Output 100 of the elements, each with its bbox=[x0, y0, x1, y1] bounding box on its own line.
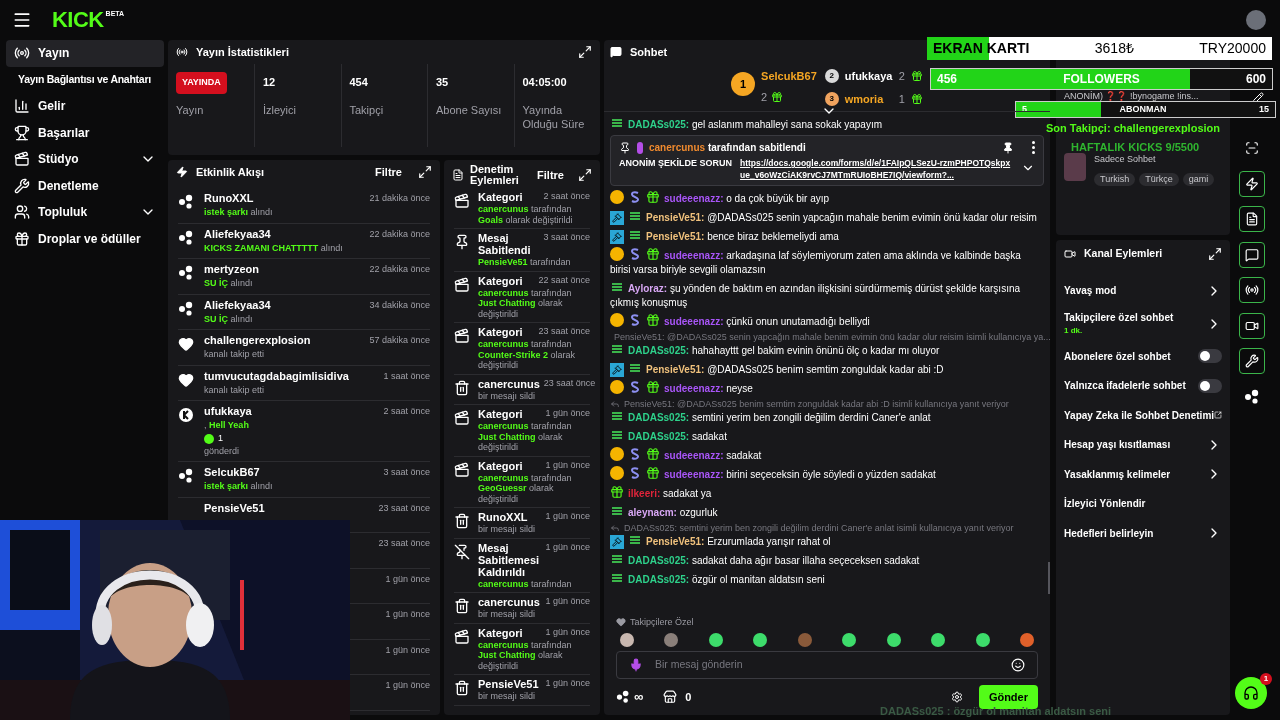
channel-action[interactable]: Takipçilere özel sohbet 1 dk. bbox=[1064, 305, 1222, 342]
sidebar-item[interactable]: Denetleme bbox=[6, 172, 164, 199]
action-title: Kategori bbox=[478, 408, 524, 420]
more-icon[interactable] bbox=[1032, 141, 1035, 154]
expand-icon[interactable] bbox=[578, 168, 592, 182]
tag[interactable]: gami bbox=[1182, 172, 1215, 186]
emoji-icon[interactable] bbox=[1011, 658, 1025, 672]
timestamp: 2 saat önce bbox=[383, 405, 430, 418]
emote-icon[interactable] bbox=[620, 633, 634, 647]
document-icon[interactable] bbox=[1239, 206, 1265, 232]
expand-icon[interactable] bbox=[1208, 247, 1222, 261]
user-name[interactable]: ufukkaya bbox=[204, 405, 374, 418]
menu-icon[interactable] bbox=[12, 10, 32, 30]
user-name[interactable]: Aliefekyaa34 bbox=[204, 298, 360, 312]
gifter-name[interactable]: ufukkaya bbox=[844, 68, 893, 85]
stream-title: ANONİM) ❓❓ !bynogame !ins... bbox=[1064, 91, 1200, 101]
channel-action[interactable]: İzleyici Yönlendir bbox=[1064, 489, 1222, 519]
sidebar-item[interactable]: Topluluk bbox=[6, 199, 164, 226]
action-title: Kategori bbox=[478, 626, 524, 639]
emote-icon[interactable] bbox=[842, 633, 857, 647]
gifter-name[interactable]: SelcukB67 bbox=[761, 68, 817, 85]
form-link[interactable]: https://docs.google.com/forms/d/e/1FAIpQLSezU-rzmPHPOTQskpxue_v6oWzCiAK9rvCJ7MTmRUIoBHE7IQ/viewform?... bbox=[740, 157, 1013, 181]
gift-icon bbox=[910, 92, 923, 105]
sidebar-item[interactable]: Stüdyo bbox=[6, 146, 164, 173]
edit-icon[interactable] bbox=[1252, 92, 1264, 104]
action-title: Kategori bbox=[478, 274, 524, 287]
unpin-icon[interactable] bbox=[1002, 141, 1014, 154]
avatar[interactable] bbox=[1246, 10, 1266, 30]
gifter-name[interactable]: wmoria bbox=[844, 90, 893, 107]
emote-icon[interactable] bbox=[931, 633, 946, 647]
moderator-badge-icon bbox=[610, 534, 624, 549]
support-button[interactable] bbox=[1235, 677, 1267, 709]
camera-icon bbox=[1064, 248, 1076, 260]
emote-icon[interactable] bbox=[886, 633, 901, 647]
weekly-kicks: HAFTALIK KICKS 9/5500 bbox=[1071, 140, 1200, 155]
category-icon bbox=[454, 193, 470, 209]
wrench-icon[interactable] bbox=[1239, 348, 1265, 374]
emote-icon[interactable] bbox=[975, 633, 990, 647]
sidebar-item[interactable]: Yayın Bağlantısı ve Anahtarı bbox=[6, 66, 164, 93]
toggle-switch[interactable] bbox=[1198, 349, 1222, 364]
channel-action[interactable]: Hesap yaşı kısıtlaması bbox=[1064, 430, 1222, 460]
event-detail: KICKS ZAMANI CHATTTTT alındı bbox=[204, 242, 344, 254]
sidebar-item[interactable]: Yayın bbox=[6, 40, 164, 67]
store-icon[interactable] bbox=[663, 690, 678, 704]
broadcast-icon[interactable] bbox=[1239, 277, 1265, 303]
channel-action[interactable]: Hedefleri belirleyin bbox=[1064, 518, 1222, 548]
user-name[interactable]: mertyzeon bbox=[204, 263, 360, 276]
toggle-switch[interactable] bbox=[1198, 378, 1222, 393]
action-title: canercunus bbox=[478, 377, 540, 390]
user-name[interactable]: challengerexplosion bbox=[204, 334, 360, 347]
timestamp: 1 gün önce bbox=[385, 572, 430, 586]
channel-action[interactable]: Yasaklanmış kelimeler bbox=[1064, 459, 1222, 489]
expand-icon[interactable] bbox=[418, 165, 432, 179]
action-title: Mesaj Sabitlendi bbox=[478, 232, 532, 256]
user-name[interactable]: SelcukB67 bbox=[204, 466, 374, 479]
camera-icon[interactable] bbox=[1239, 312, 1265, 339]
chat-message: sudeeenazz: arkadaşına laf söylemiyorum zaten ama aklında ve kalbinde başka birisi varsa biriyle sevgili olamazsın bbox=[610, 245, 1044, 278]
filter-button[interactable]: Filtre bbox=[375, 163, 402, 181]
tag[interactable]: Türkçe bbox=[1139, 172, 1179, 186]
expand-icon[interactable] bbox=[578, 45, 592, 59]
kicks-balance: ∞ bbox=[634, 688, 644, 707]
message-field[interactable]: Bir mesaj gönderin bbox=[655, 657, 999, 673]
followers-label: FOLLOWERS bbox=[1063, 71, 1140, 88]
gifter-badge-icon bbox=[610, 446, 624, 461]
chat-message: aleynacm: ozgurluk bbox=[610, 502, 1044, 521]
sidebar-item[interactable]: Gelir bbox=[6, 93, 164, 120]
sidebar-item[interactable]: Başarılar bbox=[6, 119, 164, 146]
action-detail: canercunus tarafından Counter-Strike 2 olarak değiştirildi bbox=[478, 339, 577, 371]
message-input[interactable]: Bir mesaj gönderin bbox=[616, 651, 1038, 679]
user-name[interactable]: Aliefekyaa34 bbox=[204, 227, 360, 241]
stat-label: İzleyici bbox=[263, 102, 297, 117]
emote-icon[interactable] bbox=[753, 633, 768, 647]
chat-message: PensieVe51: bence biraz beklemeliydi ama bbox=[610, 226, 1044, 245]
user-name[interactable]: RunoXXL bbox=[204, 192, 360, 205]
goal-amount: 3618₺ bbox=[1094, 39, 1134, 58]
user-name[interactable]: PensieVe51 bbox=[204, 501, 369, 515]
channel-action[interactable]: Yalnızca ifadelerle sohbet bbox=[1064, 371, 1222, 401]
channel-action[interactable]: Abonelere özel sohbet bbox=[1064, 341, 1222, 371]
lightning-icon[interactable] bbox=[1239, 170, 1265, 197]
subscriber-badge-icon bbox=[628, 246, 642, 261]
sidebar-item[interactable]: Droplar ve ödüller bbox=[6, 225, 164, 252]
timestamp: 34 dakika önce bbox=[369, 298, 430, 312]
chat-icon[interactable] bbox=[1239, 241, 1265, 268]
moderator-badge-icon bbox=[610, 362, 624, 377]
pinned-text: ANONİM ŞEKİLDE SORUN bbox=[619, 157, 732, 169]
subscriber-badge-icon bbox=[628, 189, 642, 204]
heart-icon bbox=[616, 617, 626, 628]
emote-icon[interactable] bbox=[708, 633, 723, 647]
logo[interactable]: KICK bbox=[52, 9, 104, 31]
action-detail: bir mesajı sildi bbox=[478, 609, 536, 620]
settings-icon[interactable] bbox=[950, 691, 963, 703]
user-name[interactable]: tumvucutagdabagimlisidiva bbox=[204, 369, 374, 383]
chart-icon bbox=[14, 98, 30, 115]
followers-target: 600 bbox=[1245, 71, 1266, 88]
emote-icon[interactable] bbox=[664, 633, 679, 647]
tag[interactable]: Turkish bbox=[1094, 172, 1136, 186]
emote-icon[interactable] bbox=[1019, 633, 1034, 647]
channel-action[interactable]: Yavaş mod bbox=[1064, 276, 1222, 306]
filter-button[interactable]: Filtre bbox=[537, 166, 564, 184]
channel-action[interactable]: Yapay Zeka ile Sohbet Denetimi bbox=[1064, 400, 1222, 430]
